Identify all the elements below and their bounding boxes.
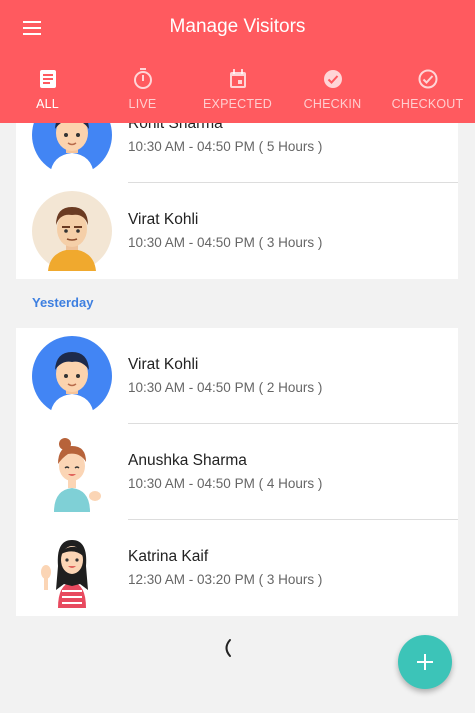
girl-waving-avatar xyxy=(54,438,101,512)
visitor-card-yesterday: Virat Kohli 10:30 AM - 04:50 PM ( 2 Hour… xyxy=(16,328,458,616)
tab-expected[interactable]: EXPECTED xyxy=(190,62,285,123)
tab-bar: ALL LIVE EXPECTED CHECKIN CHECKOUT xyxy=(0,62,475,123)
boy-blue-avatar xyxy=(32,123,112,175)
visitor-time: 10:30 AM - 04:50 PM ( 3 Hours ) xyxy=(128,235,323,250)
woman-waving-avatar xyxy=(41,540,88,608)
tab-all[interactable]: ALL xyxy=(0,62,95,123)
visitor-time: 10:30 AM - 04:50 PM ( 4 Hours ) xyxy=(128,476,323,491)
loading-spinner-icon xyxy=(225,639,231,657)
tab-checkout[interactable]: CHECKOUT xyxy=(380,62,475,123)
visitor-time: 10:30 AM - 04:50 PM ( 5 Hours ) xyxy=(128,139,323,154)
list-item[interactable]: Virat Kohli 10:30 AM - 04:50 PM ( 2 Hour… xyxy=(16,328,458,424)
visitor-name: Katrina Kaif xyxy=(128,548,209,565)
tab-label: ALL xyxy=(36,97,59,111)
tab-checkin[interactable]: CHECKIN xyxy=(285,62,380,123)
list-item[interactable]: Rohit Sharma 10:30 AM - 04:50 PM ( 5 Hou… xyxy=(16,123,458,183)
tab-label: CHECKOUT xyxy=(391,97,464,111)
app-bar: Manage Visitors ALL LIVE EXPECTED CHECKI… xyxy=(0,0,475,123)
calendar-icon xyxy=(227,68,249,90)
list-icon xyxy=(37,68,59,90)
visitor-name: Anushka Sharma xyxy=(128,452,247,469)
check-circle-outline-icon xyxy=(417,68,439,90)
check-circle-icon xyxy=(322,68,344,90)
boy-blue-avatar xyxy=(32,336,112,416)
man-beige-avatar xyxy=(32,191,112,271)
list-item[interactable]: Katrina Kaif 12:30 AM - 03:20 PM ( 3 Hou… xyxy=(16,520,458,616)
page-title: Manage Visitors xyxy=(169,16,306,37)
timer-icon xyxy=(132,68,154,90)
visitor-time: 10:30 AM - 04:50 PM ( 2 Hours ) xyxy=(128,380,323,395)
visitor-name: Virat Kohli xyxy=(128,211,199,228)
add-visitor-button[interactable] xyxy=(398,635,452,689)
list-item[interactable]: Anushka Sharma 10:30 AM - 04:50 PM ( 4 H… xyxy=(16,424,458,520)
list-item[interactable]: Virat Kohli 10:30 AM - 04:50 PM ( 3 Hour… xyxy=(16,183,458,279)
tab-label: EXPECTED xyxy=(203,97,272,111)
tab-label: CHECKIN xyxy=(303,97,362,111)
visitor-time: 12:30 AM - 03:20 PM ( 3 Hours ) xyxy=(128,572,323,587)
visitor-name: Rohit Sharma xyxy=(128,123,223,132)
visitor-name: Virat Kohli xyxy=(128,356,199,373)
section-header-yesterday: Yesterday xyxy=(32,295,94,310)
tab-live[interactable]: LIVE xyxy=(95,62,190,123)
add-icon xyxy=(417,654,433,670)
tab-label: LIVE xyxy=(128,97,157,111)
visitor-list: Rohit Sharma 10:30 AM - 04:50 PM ( 5 Hou… xyxy=(0,123,475,713)
visitor-card-today: Rohit Sharma 10:30 AM - 04:50 PM ( 5 Hou… xyxy=(16,123,458,279)
